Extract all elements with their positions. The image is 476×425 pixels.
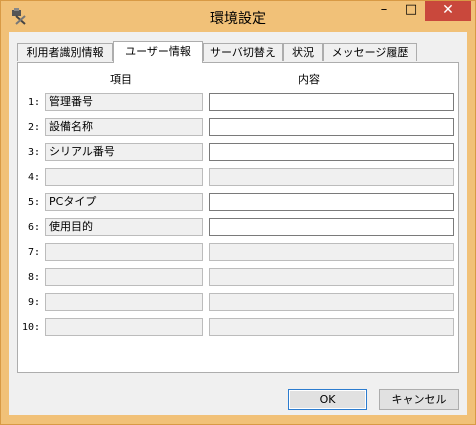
tab-status[interactable]: 状況 xyxy=(283,43,323,61)
dialog-body: 利用者識別情報 ユーザー情報 サーバ切替え 状況 メッセージ履歴 項目 内容 1… xyxy=(9,32,467,415)
ok-button[interactable]: OK xyxy=(288,389,367,410)
row-number: 1: xyxy=(27,97,40,108)
row-number: 9: xyxy=(27,297,40,308)
tab-message-history[interactable]: メッセージ履歴 xyxy=(323,43,417,61)
item-label-field: シリアル番号 xyxy=(45,143,203,161)
row-number: 2: xyxy=(27,122,40,133)
item-label-field xyxy=(45,268,203,286)
row-number: 3: xyxy=(27,147,40,158)
content-input-disabled xyxy=(209,243,454,261)
row-number: 4: xyxy=(27,172,40,183)
column-header-item: 項目 xyxy=(110,73,132,86)
tab-server-switch[interactable]: サーバ切替え xyxy=(203,43,283,61)
row-number: 5: xyxy=(27,197,40,208)
row-number: 10: xyxy=(21,322,40,333)
settings-window: 環境設定 – □ ✕ 利用者識別情報 ユーザー情報 サーバ切替え 状況 メッセー… xyxy=(0,0,476,425)
close-button[interactable]: ✕ xyxy=(425,1,471,21)
content-input[interactable] xyxy=(209,118,454,136)
content-input-disabled xyxy=(209,318,454,336)
row-number: 6: xyxy=(27,222,40,233)
content-input-disabled xyxy=(209,293,454,311)
column-header-content: 内容 xyxy=(298,73,320,86)
content-input[interactable] xyxy=(209,193,454,211)
item-label-field xyxy=(45,293,203,311)
item-label-field xyxy=(45,168,203,186)
item-label-field: 管理番号 xyxy=(45,93,203,111)
title-bar[interactable]: 環境設定 – □ ✕ xyxy=(1,1,475,32)
tab-user-info[interactable]: ユーザー情報 xyxy=(113,41,203,63)
minimize-button[interactable]: – xyxy=(371,1,397,21)
maximize-button[interactable]: □ xyxy=(398,1,424,21)
row-number: 7: xyxy=(27,247,40,258)
user-info-panel: 項目 内容 1: 管理番号 2: 設備名称 3: シリアル番号 4: 5: PC… xyxy=(17,62,459,373)
item-label-field xyxy=(45,318,203,336)
tab-user-identification[interactable]: 利用者識別情報 xyxy=(17,43,113,61)
item-label-field: 設備名称 xyxy=(45,118,203,136)
item-label-field: 使用目的 xyxy=(45,218,203,236)
content-input[interactable] xyxy=(209,143,454,161)
content-input-disabled xyxy=(209,168,454,186)
content-input-disabled xyxy=(209,268,454,286)
cancel-button[interactable]: キャンセル xyxy=(379,389,459,410)
content-input[interactable] xyxy=(209,218,454,236)
item-label-field xyxy=(45,243,203,261)
content-input[interactable] xyxy=(209,93,454,111)
row-number: 8: xyxy=(27,272,40,283)
item-label-field: PCタイプ xyxy=(45,193,203,211)
